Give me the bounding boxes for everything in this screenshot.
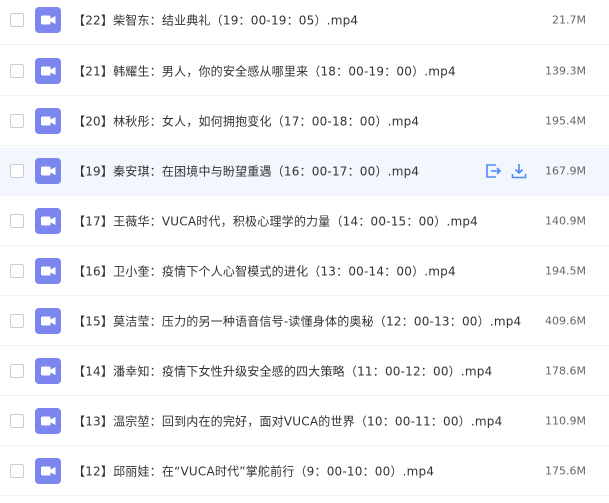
file-size: 139.3M	[545, 64, 586, 78]
file-size: 110.9M	[545, 414, 586, 428]
file-name[interactable]: 【17】王薇华：VUCA时代，积极心理学的力量（14：00-15：00）.mp4	[73, 213, 478, 230]
download-icon[interactable]	[510, 162, 528, 180]
file-row[interactable]: 【22】柴智东：结业典礼（19：00-19：05）.mp4 21.7M	[0, 0, 609, 45]
row-checkbox[interactable]	[10, 114, 24, 128]
video-file-icon	[35, 308, 61, 334]
file-row[interactable]: 【21】韩耀生：男人，你的安全感从哪里来（18：00-19：00）.mp4 139…	[0, 47, 609, 96]
video-file-icon	[35, 108, 61, 134]
row-checkbox[interactable]	[10, 414, 24, 428]
file-row[interactable]: 【17】王薇华：VUCA时代，积极心理学的力量（14：00-15：00）.mp4…	[0, 197, 609, 246]
file-size: 194.5M	[545, 264, 586, 278]
row-checkbox[interactable]	[10, 214, 24, 228]
video-file-icon	[35, 58, 61, 84]
video-file-icon	[35, 7, 61, 33]
video-file-icon	[35, 208, 61, 234]
file-list: 【22】柴智东：结业典礼（19：00-19：05）.mp4 21.7M 【21】韩耀…	[0, 0, 609, 503]
row-checkbox[interactable]	[10, 13, 24, 27]
file-name[interactable]: 【12】邱丽娃：在“VUCA时代”掌舵前行（9：00-10：00）.mp4	[73, 463, 434, 480]
file-size: 21.7M	[552, 13, 586, 27]
row-checkbox[interactable]	[10, 314, 24, 328]
file-name[interactable]: 【21】韩耀生：男人，你的安全感从哪里来（18：00-19：00）.mp4	[73, 63, 456, 80]
file-name[interactable]: 【20】林秋彤：女人，如何拥抱变化（17：00-18：00）.mp4	[73, 113, 419, 130]
row-checkbox[interactable]	[10, 364, 24, 378]
row-checkbox[interactable]	[10, 64, 24, 78]
row-checkbox[interactable]	[10, 264, 24, 278]
file-row[interactable]: 【20】林秋彤：女人，如何拥抱变化（17：00-18：00）.mp4 195.4M	[0, 97, 609, 146]
file-row[interactable]: 【19】秦安琪：在困境中与盼望重遇（16：00-17：00）.mp4 167.9M	[0, 147, 609, 196]
file-name[interactable]: 【19】秦安琪：在困境中与盼望重遇（16：00-17：00）.mp4	[73, 163, 419, 180]
file-row[interactable]: 【13】温宗堃：回到内在的完好，面对VUCA的世界（10：00-11：00）.m…	[0, 397, 609, 446]
row-checkbox[interactable]	[10, 164, 24, 178]
file-row[interactable]: 【12】邱丽娃：在“VUCA时代”掌舵前行（9：00-10：00）.mp4 175…	[0, 447, 609, 496]
file-size: 175.6M	[545, 464, 586, 478]
file-row[interactable]: 【14】潘幸知：疫情下女性升级安全感的四大策略（11：00-12：00）.mp4…	[0, 347, 609, 396]
share-icon[interactable]	[484, 162, 502, 180]
file-size: 140.9M	[545, 214, 586, 228]
file-size: 409.6M	[545, 314, 586, 328]
file-name[interactable]: 【14】潘幸知：疫情下女性升级安全感的四大策略（11：00-12：00）.mp4	[73, 363, 492, 380]
file-row[interactable]: 【15】莫洁莹：压力的另一种语音信号-读懂身体的奥秘（12：00-13：00）.…	[0, 297, 609, 346]
row-checkbox[interactable]	[10, 464, 24, 478]
file-name[interactable]: 【15】莫洁莹：压力的另一种语音信号-读懂身体的奥秘（12：00-13：00）.…	[73, 313, 521, 330]
file-name[interactable]: 【22】柴智东：结业典礼（19：00-19：05）.mp4	[73, 12, 358, 29]
file-name[interactable]: 【13】温宗堃：回到内在的完好，面对VUCA的世界（10：00-11：00）.m…	[73, 413, 502, 430]
video-file-icon	[35, 158, 61, 184]
video-file-icon	[35, 408, 61, 434]
file-name[interactable]: 【16】卫小奎：疫情下个人心智模式的进化（13：00-14：00）.mp4	[73, 263, 456, 280]
video-file-icon	[35, 258, 61, 284]
video-file-icon	[35, 358, 61, 384]
video-file-icon	[35, 458, 61, 484]
file-size: 195.4M	[545, 114, 586, 128]
file-size: 167.9M	[545, 164, 586, 178]
file-size: 178.6M	[545, 364, 586, 378]
file-row[interactable]: 【16】卫小奎：疫情下个人心智模式的进化（13：00-14：00）.mp4 194…	[0, 247, 609, 296]
